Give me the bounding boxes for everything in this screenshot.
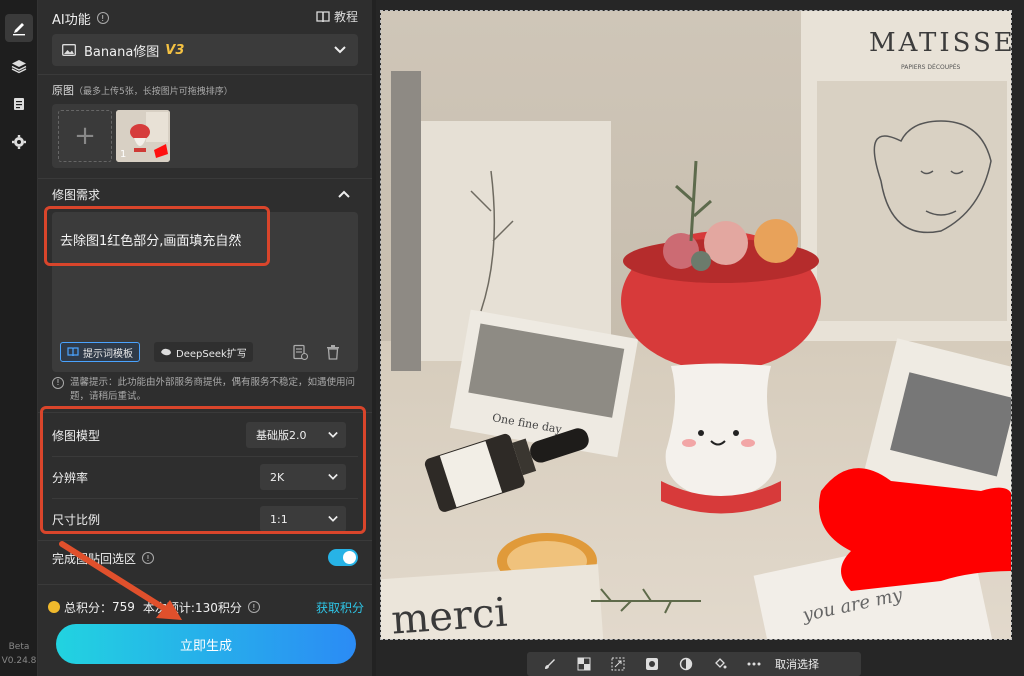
chevron-up-icon (338, 190, 350, 198)
tool-rail: Beta V0.24.8 (0, 0, 38, 676)
prompt-template-label: 提示词模板 (83, 348, 133, 360)
original-label-row: 原图（最多上传5张，长按图片可拖拽排序） (52, 82, 233, 98)
model-name: Banana修图 (84, 44, 160, 60)
original-label: 原图 (52, 84, 74, 97)
get-points-link[interactable]: 获取积分 (316, 599, 364, 616)
gear-icon (12, 135, 26, 149)
deepseek-label: DeepSeek扩写 (176, 348, 247, 360)
coin-icon (48, 601, 60, 613)
book-open-icon (67, 347, 79, 357)
document-icon (14, 98, 24, 110)
chevron-down-icon (334, 46, 346, 54)
divider (38, 74, 372, 75)
thumbnail-index: 1 (120, 149, 127, 160)
divider (38, 178, 372, 179)
contrast-button[interactable] (669, 652, 703, 676)
notice: ! 温馨提示：此功能由外部服务商提供，偶有服务不稳定，如遇使用问题，请稍后重试。 (52, 376, 358, 404)
brush-select-button[interactable] (533, 652, 567, 676)
selection-toolbar: 取消选择 (527, 652, 861, 676)
bucket-icon (715, 658, 727, 669)
add-image-button[interactable]: + (58, 110, 112, 162)
panel-title: AI功能 (52, 12, 91, 28)
matisse-subtitle: PAPIERS DÉCOUPÉS (901, 63, 961, 71)
checker-icon (577, 657, 591, 671)
fill-button[interactable] (703, 652, 737, 676)
notice-text: 温馨提示：此功能由外部服务商提供，偶有服务不稳定，如遇使用问题，请稍后重试。 (70, 377, 356, 402)
requirement-header[interactable]: 修图需求 (52, 186, 358, 204)
divider (38, 584, 372, 585)
mask-button[interactable] (635, 652, 669, 676)
more-icon (747, 662, 761, 666)
beta-label: Beta (8, 642, 30, 652)
mask-icon (646, 658, 658, 670)
layers-button[interactable] (5, 52, 33, 80)
book-icon (316, 10, 330, 22)
whale-icon (161, 348, 171, 356)
merci-text: merci (390, 590, 509, 640)
info-icon[interactable]: ! (96, 12, 109, 24)
ai-function-panel: AI功能 ! 教程 Banana修图 V3 原图（最多上传5张，长按图片可拖拽排… (38, 0, 372, 676)
points-row: 总积分： 759 本次预计:130积分 ! 获取积分 (48, 598, 364, 616)
history-doc-icon[interactable] (292, 344, 308, 360)
expand-icon (611, 657, 625, 671)
highlight-box-settings (40, 406, 366, 534)
model-select[interactable]: Banana修图 V3 (52, 34, 358, 66)
tutorial-link[interactable]: 教程 (316, 8, 358, 25)
requirement-label: 修图需求 (52, 188, 101, 202)
brush-icon (545, 659, 555, 669)
more-button[interactable] (737, 652, 771, 676)
expand-select-button[interactable] (601, 652, 635, 676)
info-icon: ! (52, 377, 64, 389)
edit-canvas-image[interactable]: MATISSE PAPIERS DÉCOUPÉS One fine day me… (380, 10, 1012, 640)
divider (38, 540, 372, 541)
highlight-box-requirement (44, 206, 270, 266)
plus-icon: + (74, 121, 96, 151)
original-hint: （最多上传5张，长按图片可拖拽排序） (74, 87, 233, 97)
image-thumbnail[interactable]: 1 (116, 110, 170, 162)
model-version-badge: V3 (165, 42, 185, 58)
app-root: Beta V0.24.8 AI功能 ! 教程 Banana修图 V3 原图（最多… (0, 0, 1024, 676)
image-icon (62, 44, 76, 56)
info-icon[interactable]: ! (142, 552, 155, 564)
points-total-value: 759 (112, 600, 135, 614)
settings-button[interactable] (5, 128, 33, 156)
upload-area: + 1 (52, 104, 358, 168)
layers-icon (11, 60, 27, 74)
pen-icon (13, 23, 25, 36)
deepseek-expand-button[interactable]: DeepSeek扩写 (154, 342, 253, 362)
paste-back-row: 完成图贴回选区 ! (52, 547, 358, 569)
paste-back-label: 完成图贴回选区 (52, 551, 137, 566)
trash-icon[interactable] (326, 344, 340, 360)
info-icon[interactable]: ! (247, 601, 260, 613)
invert-select-button[interactable] (567, 652, 601, 676)
history-button[interactable] (5, 90, 33, 118)
tutorial-label: 教程 (333, 10, 358, 24)
version-label: V0.24.8 (1, 656, 37, 666)
contrast-icon (679, 657, 693, 671)
prompt-template-button[interactable]: 提示词模板 (60, 342, 140, 362)
matisse-title: MATISSE (869, 28, 1012, 58)
points-total-label: 总积分： (64, 600, 113, 615)
generate-button[interactable]: 立即生成 (56, 624, 356, 664)
deselect-button[interactable]: 取消选择 (775, 656, 819, 672)
photo-illustration: MATISSE PAPIERS DÉCOUPÉS One fine day me… (381, 11, 1012, 640)
brush-tool-button[interactable] (5, 14, 33, 42)
paste-back-toggle[interactable] (328, 549, 358, 566)
panel-header: AI功能 ! 教程 (52, 8, 364, 28)
points-estimate: 本次预计:130积分 (142, 600, 242, 615)
